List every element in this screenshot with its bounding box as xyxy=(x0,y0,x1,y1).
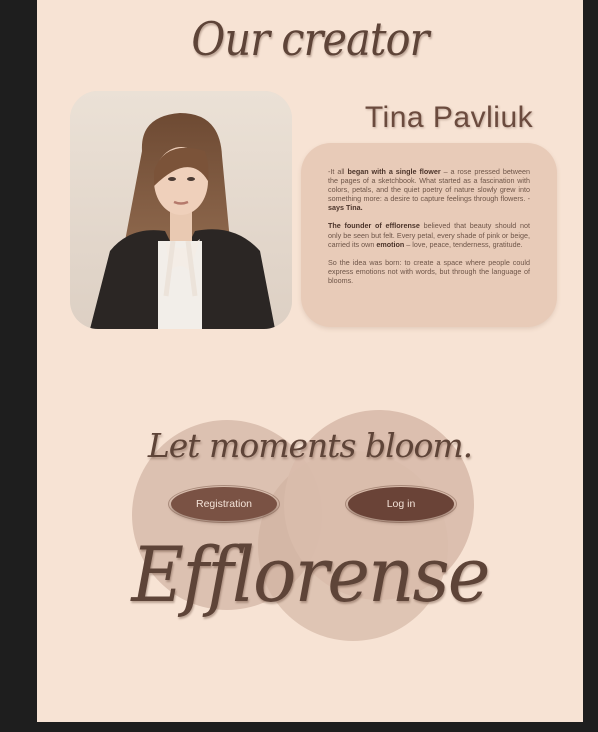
tagline: Let moments bloom. xyxy=(147,426,473,465)
creator-bio-card: -It all began with a single flower – a r… xyxy=(301,143,557,327)
bio-text-segment: – love, peace, tenderness, gratitude. xyxy=(404,239,523,249)
bio-text-segment: It all xyxy=(330,167,348,176)
bio-paragraph: So the idea was born: to create a space … xyxy=(328,257,530,285)
bio-paragraph: -It all began with a single flower – a r… xyxy=(328,167,530,213)
login-button[interactable]: Log in xyxy=(345,485,457,523)
bio-emphasis: The founder of efflorense xyxy=(328,221,420,231)
brand-logo-text: Efflorense xyxy=(131,530,490,619)
bio-emphasis: says Tina. xyxy=(328,203,363,213)
creator-name: Tina Pavliuk xyxy=(364,101,534,134)
creator-photo xyxy=(70,91,292,329)
bio-emphasis: began with a single flower xyxy=(347,167,441,176)
page-title: Our creator xyxy=(191,12,429,66)
bio-emphasis: emotion xyxy=(376,239,405,249)
bio-paragraph: The founder of efflorense believed that … xyxy=(328,221,530,248)
registration-button[interactable]: Registration xyxy=(168,485,280,523)
creator-bio-text: -It all began with a single flower – a r… xyxy=(328,167,530,294)
about-page: Our creator Tina Pavliuk -It all began w… xyxy=(37,0,583,722)
portrait-image xyxy=(70,91,292,329)
